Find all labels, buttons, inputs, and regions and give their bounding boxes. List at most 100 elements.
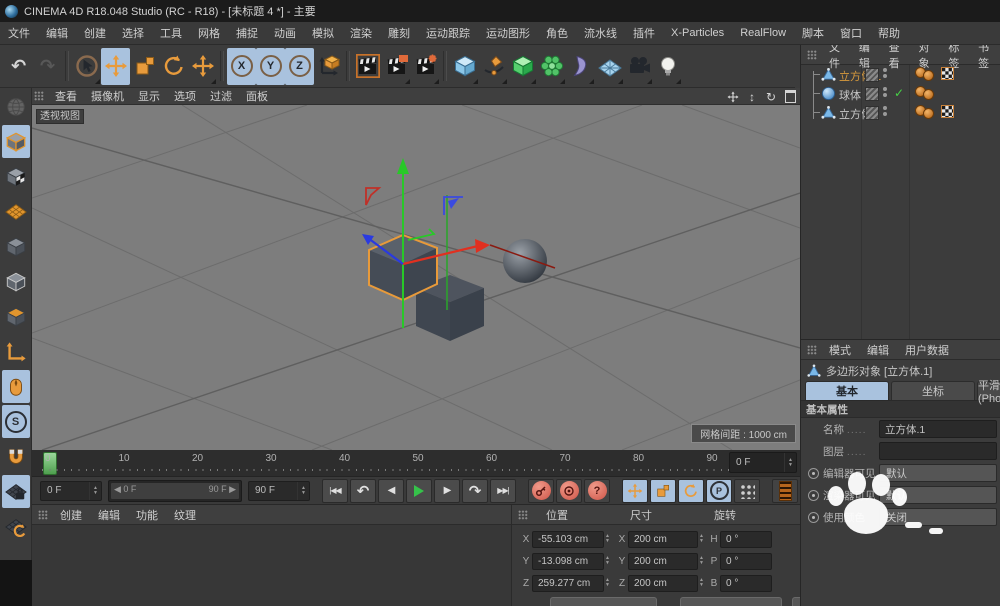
history-sphere-button[interactable] — [2, 90, 30, 123]
lock-workplane-button[interactable] — [2, 475, 30, 508]
move-tool-button[interactable] — [101, 48, 130, 85]
keyframe-radio-icon[interactable] — [808, 490, 819, 501]
goto-end-button[interactable]: ▶▶| — [490, 479, 516, 503]
viewport-menu-item[interactable]: 选项 — [167, 88, 203, 104]
object-row[interactable]: 立方体 — [801, 103, 1000, 122]
field-input[interactable] — [879, 442, 997, 460]
menu-item[interactable]: 网格 — [190, 25, 228, 41]
menu-item[interactable]: X-Particles — [663, 27, 732, 39]
coord-value-field[interactable]: 0 ° — [720, 531, 772, 548]
apply-button[interactable] — [792, 597, 800, 606]
menu-item[interactable]: 捕捉 — [228, 25, 266, 41]
panel-grip-icon[interactable] — [807, 345, 817, 355]
panel-grip-icon[interactable] — [807, 50, 817, 60]
play-button[interactable] — [406, 479, 432, 503]
coord-stepper[interactable]: ▲▼ — [699, 534, 704, 544]
object-name[interactable]: 球体 — [839, 87, 861, 103]
goto-next-frame-button[interactable]: ▶ — [434, 479, 460, 503]
field-dropdown[interactable]: 默认 — [879, 486, 997, 504]
viewport-menu-item[interactable]: 摄像机 — [84, 88, 131, 104]
viewport-menu-item[interactable]: 查看 — [48, 88, 84, 104]
menu-item[interactable]: 渲染 — [342, 25, 380, 41]
workplane-mode-button[interactable] — [2, 195, 30, 228]
coord-mode-button[interactable] — [550, 597, 657, 606]
model-mode-button[interactable] — [2, 125, 30, 158]
panel-grip-icon[interactable] — [518, 510, 528, 520]
coord-value-field[interactable]: -13.098 cm — [532, 553, 604, 570]
coord-stepper[interactable]: ▲▼ — [699, 578, 704, 588]
viewport[interactable]: 查看摄像机显示选项过滤面板 ↕↻ 透视视图 网格间距 : 1000 cm — [32, 88, 800, 450]
key-rotation-button[interactable] — [678, 479, 704, 503]
material-menu-item[interactable]: 编辑 — [90, 507, 128, 523]
add-deformer-button[interactable] — [566, 48, 595, 85]
key-scale-button[interactable] — [650, 479, 676, 503]
menu-item[interactable]: 脚本 — [794, 25, 832, 41]
add-light-button[interactable] — [653, 48, 682, 85]
polygons-mode-button[interactable] — [2, 300, 30, 333]
viewport-pan-icon[interactable] — [726, 90, 740, 104]
menu-item[interactable]: 插件 — [625, 25, 663, 41]
live-selection-button[interactable] — [72, 48, 101, 85]
menu-item[interactable]: 工具 — [152, 25, 190, 41]
coord-size-mode-button[interactable] — [680, 597, 782, 606]
render-picture-viewer-button[interactable] — [382, 48, 411, 85]
coord-value-field[interactable]: 0 ° — [720, 553, 772, 570]
layer-toggle[interactable] — [865, 106, 879, 120]
add-spline-pen-button[interactable] — [479, 48, 508, 85]
key-parameter-button[interactable]: P — [706, 479, 732, 503]
current-frame-field[interactable]: 0 F ▲▼ — [729, 452, 797, 473]
menu-item[interactable]: 文件 — [0, 25, 38, 41]
coord-value-field[interactable]: 200 cm — [628, 575, 698, 592]
frame-stepper[interactable]: ▲▼ — [784, 453, 796, 472]
viewport-menu-item[interactable]: 显示 — [131, 88, 167, 104]
attribute-menu-item[interactable]: 模式 — [821, 342, 859, 358]
field-dropdown[interactable]: 默认 — [879, 464, 997, 482]
menu-item[interactable]: 创建 — [76, 25, 114, 41]
enabled-check-icon[interactable]: ✓ — [894, 86, 904, 100]
points-mode-button[interactable] — [2, 230, 30, 263]
frame-start-field[interactable]: 0 F ▲▼ — [40, 481, 102, 501]
coord-value-field[interactable]: 200 cm — [628, 531, 698, 548]
render-view-button[interactable] — [353, 48, 382, 85]
coord-value-field[interactable]: 200 cm — [628, 553, 698, 570]
material-menu-item[interactable]: 纹理 — [166, 507, 204, 523]
menu-item[interactable]: 运动跟踪 — [418, 25, 478, 41]
viewport-maximize-icon[interactable] — [783, 90, 797, 104]
panel-grip-icon[interactable] — [34, 91, 44, 101]
material-tag-icon[interactable] — [915, 67, 934, 81]
visibility-dots[interactable] — [883, 106, 887, 116]
goto-previous-frame-button[interactable]: ◀ — [378, 479, 404, 503]
object-row[interactable]: 立方体.1 — [801, 65, 1000, 84]
add-camera-button[interactable] — [624, 48, 653, 85]
lock-z-axis-button[interactable]: Z — [285, 48, 314, 85]
viewport-rotate-icon[interactable]: ↻ — [764, 90, 778, 104]
attribute-menu-item[interactable]: 用户数据 — [897, 342, 957, 358]
attribute-menu-item[interactable]: 编辑 — [859, 342, 897, 358]
key-pla-button[interactable] — [734, 479, 760, 503]
add-floor-button[interactable] — [595, 48, 624, 85]
material-menu-item[interactable]: 功能 — [128, 507, 166, 523]
visibility-dots[interactable] — [883, 68, 887, 78]
goto-next-key-button[interactable]: ↷ — [462, 479, 488, 503]
undo-button[interactable]: ↶ — [4, 48, 33, 85]
coord-stepper[interactable]: ▲▼ — [605, 578, 610, 588]
texture-mode-button[interactable] — [2, 160, 30, 193]
coord-stepper[interactable]: ▲▼ — [605, 556, 610, 566]
coord-stepper[interactable]: ▲▼ — [699, 556, 704, 566]
last-used-tool-button[interactable] — [188, 48, 217, 85]
coordinate-system-button[interactable] — [314, 48, 343, 85]
key-position-button[interactable] — [622, 479, 648, 503]
coord-value-field[interactable]: 259.277 cm — [532, 575, 604, 592]
goto-previous-key-button[interactable]: ↶ — [350, 479, 376, 503]
keyframe-radio-icon[interactable] — [808, 512, 819, 523]
rotate-tool-button[interactable] — [159, 48, 188, 85]
layer-toggle[interactable] — [865, 87, 879, 101]
lock-y-axis-button[interactable]: Y — [256, 48, 285, 85]
lock-x-axis-button[interactable]: X — [227, 48, 256, 85]
frame-end-stepper[interactable]: ▲▼ — [297, 482, 309, 500]
frame-range-slider[interactable]: ◀ 0 F 90 F ▶ — [108, 480, 242, 502]
add-primitive-cube-button[interactable] — [450, 48, 479, 85]
menu-item[interactable]: 模拟 — [304, 25, 342, 41]
motion-clip-button[interactable] — [772, 479, 798, 503]
enable-axis-modification-button[interactable] — [2, 335, 30, 368]
